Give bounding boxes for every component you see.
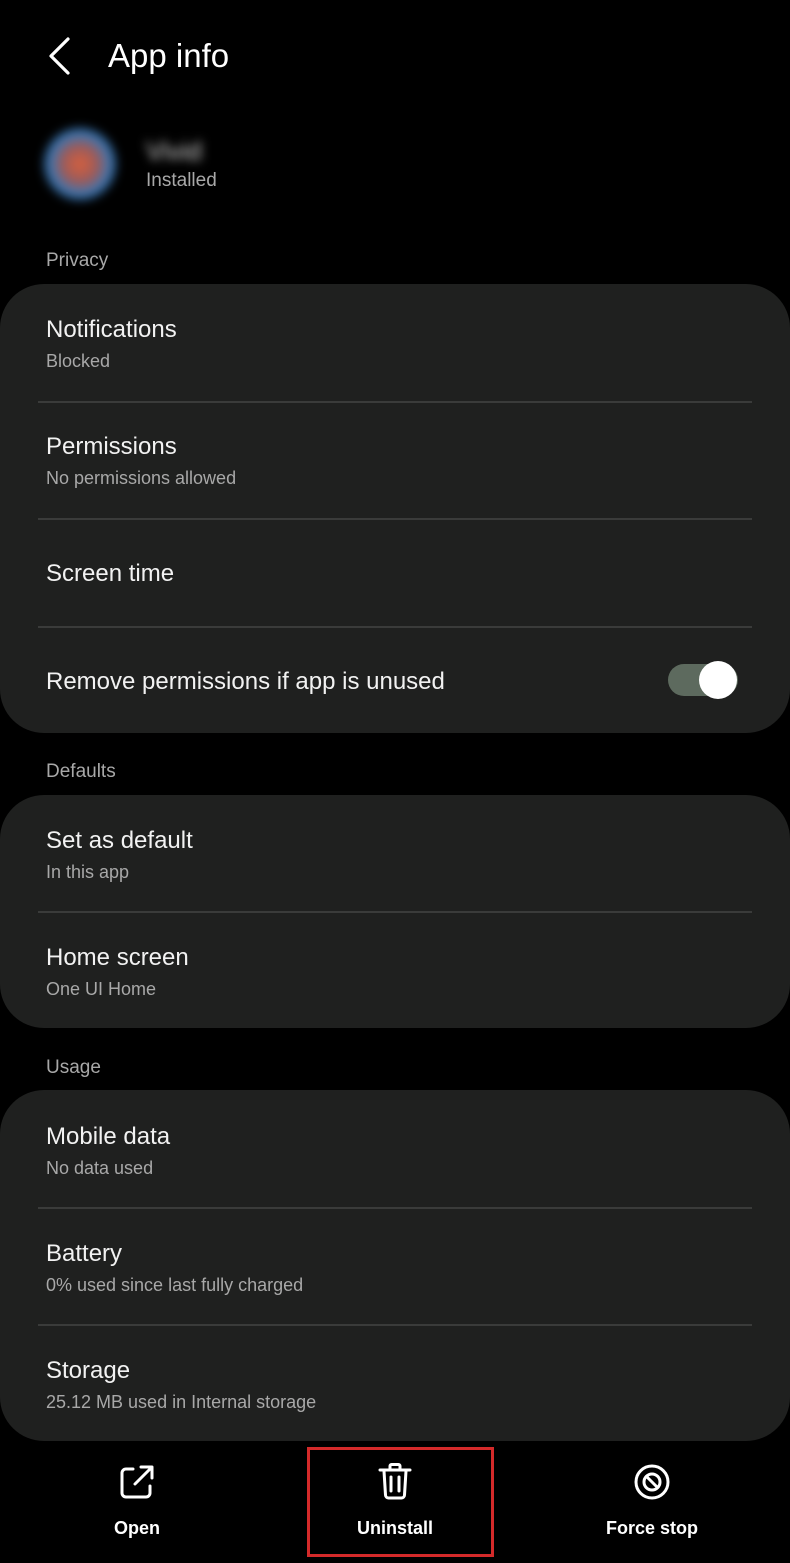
item-title: Screen time (46, 560, 175, 587)
permissions-item[interactable]: Permissions No permissions allowed (0, 403, 790, 518)
app-header: Vivid Installed (0, 122, 790, 206)
item-title: Set as default (46, 827, 193, 854)
home-screen-item[interactable]: Home screen One UI Home (0, 913, 790, 1028)
item-title: Permissions (46, 433, 177, 460)
trash-icon (378, 1463, 412, 1500)
item-title: Storage (46, 1357, 131, 1384)
app-icon (44, 128, 116, 200)
item-title: Mobile data (46, 1123, 171, 1150)
open-label: Open (113, 1518, 160, 1538)
set-as-default-item[interactable]: Set as default In this app (0, 795, 790, 911)
usage-card: Mobile data No data used Battery 0% used… (0, 1090, 790, 1441)
item-title: Notifications (46, 316, 177, 343)
remove-permissions-item[interactable]: Remove permissions if app is unused (0, 628, 790, 733)
item-subtitle: 0% used since last fully charged (46, 1275, 304, 1295)
storage-item[interactable]: Storage 25.12 MB used in Internal storag… (0, 1326, 790, 1441)
app-name: Vivid (146, 136, 202, 166)
battery-item[interactable]: Battery 0% used since last fully charged (0, 1209, 790, 1324)
item-subtitle: In this app (46, 862, 130, 882)
mobile-data-item[interactable]: Mobile data No data used (0, 1090, 790, 1207)
uninstall-button[interactable]: Uninstall (315, 1444, 475, 1563)
header: App info (0, 0, 790, 112)
privacy-card: Notifications Blocked Permissions No per… (0, 284, 790, 733)
page-title: App info (108, 37, 230, 74)
uninstall-label: Uninstall (356, 1518, 433, 1538)
bottom-action-bar: Open Uninstall Force stop (0, 1444, 790, 1563)
force-stop-button[interactable]: Force stop (572, 1444, 732, 1563)
item-title: Remove permissions if app is unused (46, 668, 445, 695)
remove-permissions-toggle[interactable] (668, 660, 738, 700)
force-stop-icon (634, 1464, 670, 1500)
item-subtitle: Blocked (46, 351, 111, 371)
section-label-usage: Usage (46, 1057, 101, 1078)
back-button[interactable] (36, 30, 84, 82)
item-subtitle: 25.12 MB used in Internal storage (46, 1392, 317, 1412)
item-subtitle: One UI Home (46, 979, 157, 999)
open-external-icon (120, 1465, 154, 1499)
toggle-knob (699, 661, 737, 699)
item-title: Home screen (46, 944, 189, 971)
item-subtitle: No data used (46, 1158, 154, 1178)
item-title: Battery (46, 1240, 123, 1267)
app-install-status: Installed (146, 170, 217, 191)
defaults-card: Set as default In this app Home screen O… (0, 795, 790, 1028)
open-button[interactable]: Open (57, 1444, 217, 1563)
chevron-left-icon (49, 37, 70, 75)
force-stop-label: Force stop (605, 1518, 698, 1538)
item-subtitle: No permissions allowed (46, 468, 237, 488)
notifications-item[interactable]: Notifications Blocked (0, 284, 790, 401)
screen-time-item[interactable]: Screen time (0, 520, 790, 626)
section-label-defaults: Defaults (46, 761, 116, 782)
section-label-privacy: Privacy (46, 250, 109, 271)
